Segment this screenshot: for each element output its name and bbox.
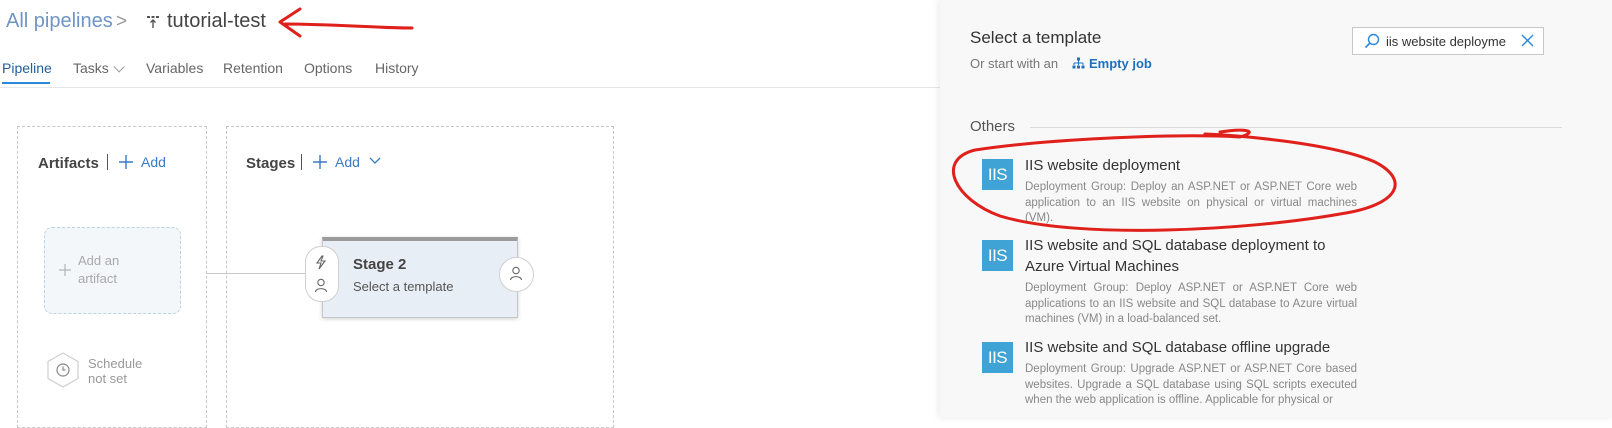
tab-tasks-label: Tasks [73,60,109,76]
add-artifact-line1: Add an [78,253,120,268]
artifacts-divider [107,154,108,170]
template-description: Deployment Group: Deploy ASP.NET or ASP.… [1025,282,1357,325]
iis-icon: IIS [982,342,1013,373]
tab-options[interactable]: Options [304,60,352,76]
template-item[interactable]: IIS [982,159,1013,190]
add-artifact-text: Add an artifact [78,252,119,288]
annotation-arrow [278,7,414,38]
template-name[interactable]: IIS website and SQL database offline upg… [1025,337,1365,358]
empty-job-link[interactable]: Empty job [1089,56,1152,71]
plus-icon[interactable] [313,155,327,169]
iis-icon: IIS [982,240,1013,271]
section-divider [1030,127,1562,128]
plus-icon[interactable] [119,155,133,169]
schedule-line2: not set [88,371,128,386]
stage-name: Stage 2 [353,256,407,273]
tab-tasks[interactable]: Tasks [73,60,125,76]
tab-pipeline[interactable]: Pipeline [2,60,52,76]
template-item[interactable]: IIS [982,342,1013,373]
chevron-down-icon [113,61,125,73]
stages-divider [301,154,302,170]
clock-icon[interactable] [46,351,80,389]
person-icon[interactable] [314,278,328,293]
tab-retention[interactable]: Retention [223,60,283,76]
plus-icon [59,264,71,276]
template-item[interactable]: IIS [982,240,1013,271]
search-icon [1364,33,1380,49]
template-name[interactable]: IIS website and SQL database deployment … [1025,235,1345,277]
artifact-stage-connector [206,273,306,274]
stages-title: Stages [246,155,296,172]
close-icon[interactable] [1521,34,1534,47]
iis-icon: IIS [982,159,1013,190]
pipeline-title: tutorial-test [167,10,266,32]
artifacts-title: Artifacts [38,155,99,172]
section-others: Others [970,118,1016,135]
tab-history[interactable]: History [375,60,419,76]
stage-card[interactable] [322,237,518,318]
pipeline-icon [147,16,159,28]
stage-subtitle-link[interactable]: Select a template [353,279,453,294]
panel-or-text: Or start with an [970,56,1059,71]
header-divider [0,87,970,88]
active-tab-indicator [2,82,50,84]
chevron-down-icon[interactable] [369,157,381,165]
schedule-status: Schedule not set [88,356,142,386]
template-description: Deployment Group: Upgrade ASP.NET or ASP… [1025,363,1357,406]
template-name[interactable]: IIS website deployment [1025,155,1365,176]
breadcrumb-all-pipelines[interactable]: All pipelines [6,10,113,33]
add-artifact-line2: artifact [78,271,118,286]
add-artifact-link[interactable]: Add [141,154,166,170]
person-icon[interactable] [509,266,523,281]
tab-variables[interactable]: Variables [146,60,203,76]
lightning-icon[interactable] [314,255,328,270]
add-stage-link[interactable]: Add [335,154,360,170]
template-description: Deployment Group: Deploy an ASP.NET or A… [1025,181,1357,224]
panel-title: Select a template [970,28,1102,47]
breadcrumb-separator: > [116,11,128,32]
search-input[interactable] [1386,30,1514,52]
empty-job-icon[interactable] [1072,57,1085,70]
schedule-line1: Schedule [88,356,143,371]
